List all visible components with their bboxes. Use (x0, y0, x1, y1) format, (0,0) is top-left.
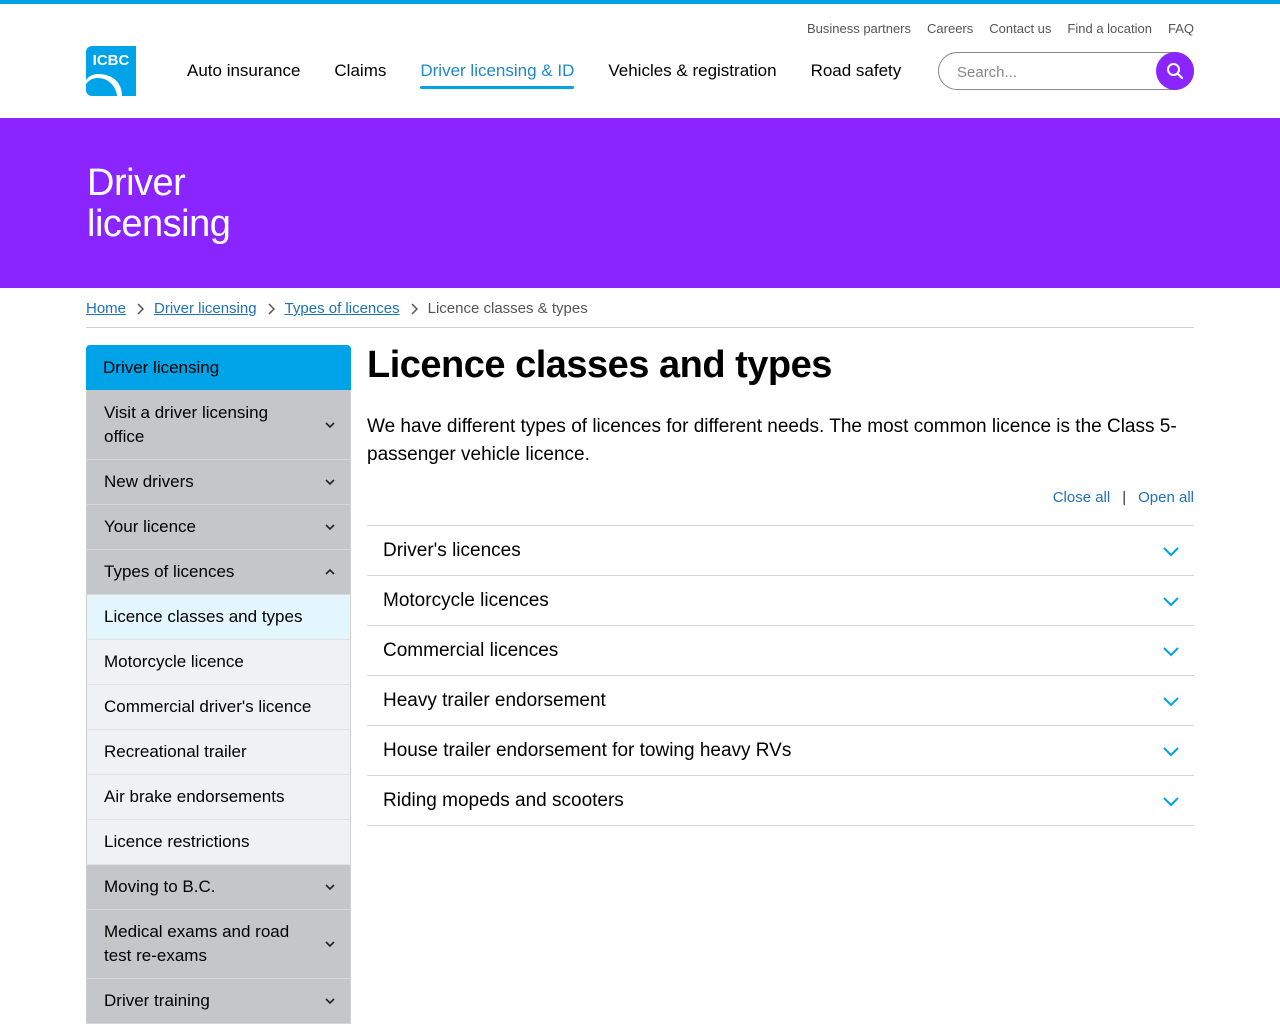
chevron-down-icon (1162, 545, 1180, 557)
sidebar-item-air-brake[interactable]: Air brake endorsements (86, 775, 351, 820)
svg-text:ICBC: ICBC (93, 52, 130, 69)
sidebar-item-recreational-trailer[interactable]: Recreational trailer (86, 730, 351, 775)
sidebar-item-new-drivers[interactable]: New drivers (86, 460, 351, 505)
sidebar-item-your-licence[interactable]: Your licence (86, 505, 351, 550)
utility-link-faq[interactable]: FAQ (1168, 21, 1194, 36)
chevron-down-icon (324, 938, 336, 950)
sidebar-item-label: Your licence (104, 517, 196, 536)
breadcrumb-home[interactable]: Home (86, 300, 126, 317)
chevron-down-icon (1162, 595, 1180, 607)
sidebar-item-motorcycle-licence[interactable]: Motorcycle licence (86, 640, 351, 685)
sidebar-item-commercial-licence[interactable]: Commercial driver's licence (86, 685, 351, 730)
nav-driver-licensing[interactable]: Driver licensing & ID (420, 61, 575, 89)
licence-accordion: Driver's licences Motorcycle licences Co… (367, 525, 1194, 826)
breadcrumb: Home Driver licensing Types of licences … (86, 300, 588, 317)
accordion-item-label: Riding mopeds and scooters (383, 789, 624, 811)
search-box (938, 52, 1194, 90)
sidebar-item-medical-exams[interactable]: Medical exams and road test re-exams (86, 910, 351, 979)
accordion-item-label: Heavy trailer endorsement (383, 689, 606, 711)
nav-road-safety[interactable]: Road safety (811, 61, 902, 81)
sidebar-item-label: Driver training (104, 991, 210, 1010)
sidebar-item-label: Licence restrictions (104, 832, 250, 851)
sidebar-item-types-of-licences[interactable]: Types of licences (86, 550, 351, 595)
chevron-down-icon (324, 521, 336, 533)
sidebar-item-label: New drivers (104, 472, 194, 491)
sidebar-item-moving-to-bc[interactable]: Moving to B.C. (86, 865, 351, 910)
chevron-down-icon (324, 419, 336, 431)
chevron-right-icon (267, 302, 275, 315)
accordion-item-label: Driver's licences (383, 539, 521, 561)
sidebar-item-visit-office[interactable]: Visit a driver licensing office (86, 390, 351, 460)
search-input[interactable] (955, 61, 1149, 83)
sidebar-nav: Driver licensing Visit a driver licensin… (86, 345, 351, 1024)
chevron-down-icon (324, 881, 336, 893)
accordion-item-commercial-licences[interactable]: Commercial licences (367, 626, 1194, 676)
site-header: Business partners Careers Contact us Fin… (0, 4, 1280, 118)
sidebar-item-licence-restrictions[interactable]: Licence restrictions (86, 820, 351, 865)
sidebar-item-label: Moving to B.C. (104, 877, 216, 896)
sidebar-item-label: Commercial driver's licence (104, 697, 312, 716)
sidebar-item-label: Types of licences (104, 562, 235, 581)
chevron-down-icon (1162, 695, 1180, 707)
utility-link-contact-us[interactable]: Contact us (989, 21, 1051, 36)
utility-link-find-a-location[interactable]: Find a location (1067, 21, 1152, 36)
sidebar-item-label: Licence classes and types (104, 607, 303, 626)
icbc-logo[interactable]: ICBC (86, 46, 136, 96)
chevron-down-icon (1162, 795, 1180, 807)
accordion-item-label: Commercial licences (383, 639, 559, 661)
utility-link-careers[interactable]: Careers (927, 21, 973, 36)
link-divider: | (1122, 489, 1127, 506)
sidebar-header[interactable]: Driver licensing (86, 345, 351, 390)
close-all-link[interactable]: Close all (1053, 489, 1111, 506)
nav-auto-insurance[interactable]: Auto insurance (187, 61, 300, 81)
chevron-up-icon (324, 566, 336, 578)
accordion-item-house-trailer[interactable]: House trailer endorsement for towing hea… (367, 726, 1194, 776)
utility-nav: Business partners Careers Contact us Fin… (807, 21, 1194, 36)
breadcrumb-divider (86, 327, 1194, 328)
hero-title: Driver licensing (87, 162, 231, 245)
chevron-down-icon (324, 476, 336, 488)
accordion-item-label: House trailer endorsement for towing hea… (383, 739, 792, 761)
sidebar-item-licence-classes[interactable]: Licence classes and types (86, 595, 351, 640)
hero-banner: Driver licensing (0, 118, 1280, 288)
sidebar-item-label: Recreational trailer (104, 742, 247, 761)
accordion-item-label: Motorcycle licences (383, 589, 549, 611)
breadcrumb-driver-licensing[interactable]: Driver licensing (154, 300, 257, 317)
nav-vehicles-registration[interactable]: Vehicles & registration (608, 61, 776, 81)
accordion-item-heavy-trailer[interactable]: Heavy trailer endorsement (367, 676, 1194, 726)
chevron-right-icon (136, 302, 145, 315)
nav-claims[interactable]: Claims (334, 61, 386, 81)
chevron-down-icon (1162, 645, 1180, 657)
intro-text: We have different types of licences for … (367, 416, 1177, 465)
main-nav: Auto insurance Claims Driver licensing &… (187, 61, 935, 89)
sidebar-item-label: Motorcycle licence (104, 652, 244, 671)
page-title: Licence classes and types (367, 344, 832, 386)
chevron-down-icon (324, 995, 336, 1007)
accordion-item-motorcycle-licences[interactable]: Motorcycle licences (367, 576, 1194, 626)
accordion-item-mopeds-scooters[interactable]: Riding mopeds and scooters (367, 776, 1194, 826)
sidebar-item-label: Air brake endorsements (104, 787, 285, 806)
breadcrumb-current: Licence classes & types (427, 300, 588, 317)
sidebar-item-driver-training[interactable]: Driver training (86, 979, 351, 1024)
open-all-link[interactable]: Open all (1138, 489, 1194, 506)
chevron-down-icon (1162, 745, 1180, 757)
accordion-item-drivers-licences[interactable]: Driver's licences (367, 526, 1194, 576)
utility-link-business-partners[interactable]: Business partners (807, 21, 911, 36)
search-icon (1167, 63, 1184, 80)
sidebar-item-label: Medical exams and road test re-exams (104, 922, 290, 965)
sidebar-item-label: Visit a driver licensing office (104, 402, 269, 446)
chevron-right-icon (410, 302, 418, 315)
accordion-toggle-links: Close all | Open all (1053, 489, 1194, 506)
breadcrumb-types-of-licences[interactable]: Types of licences (285, 300, 400, 317)
search-button[interactable] (1156, 52, 1194, 90)
